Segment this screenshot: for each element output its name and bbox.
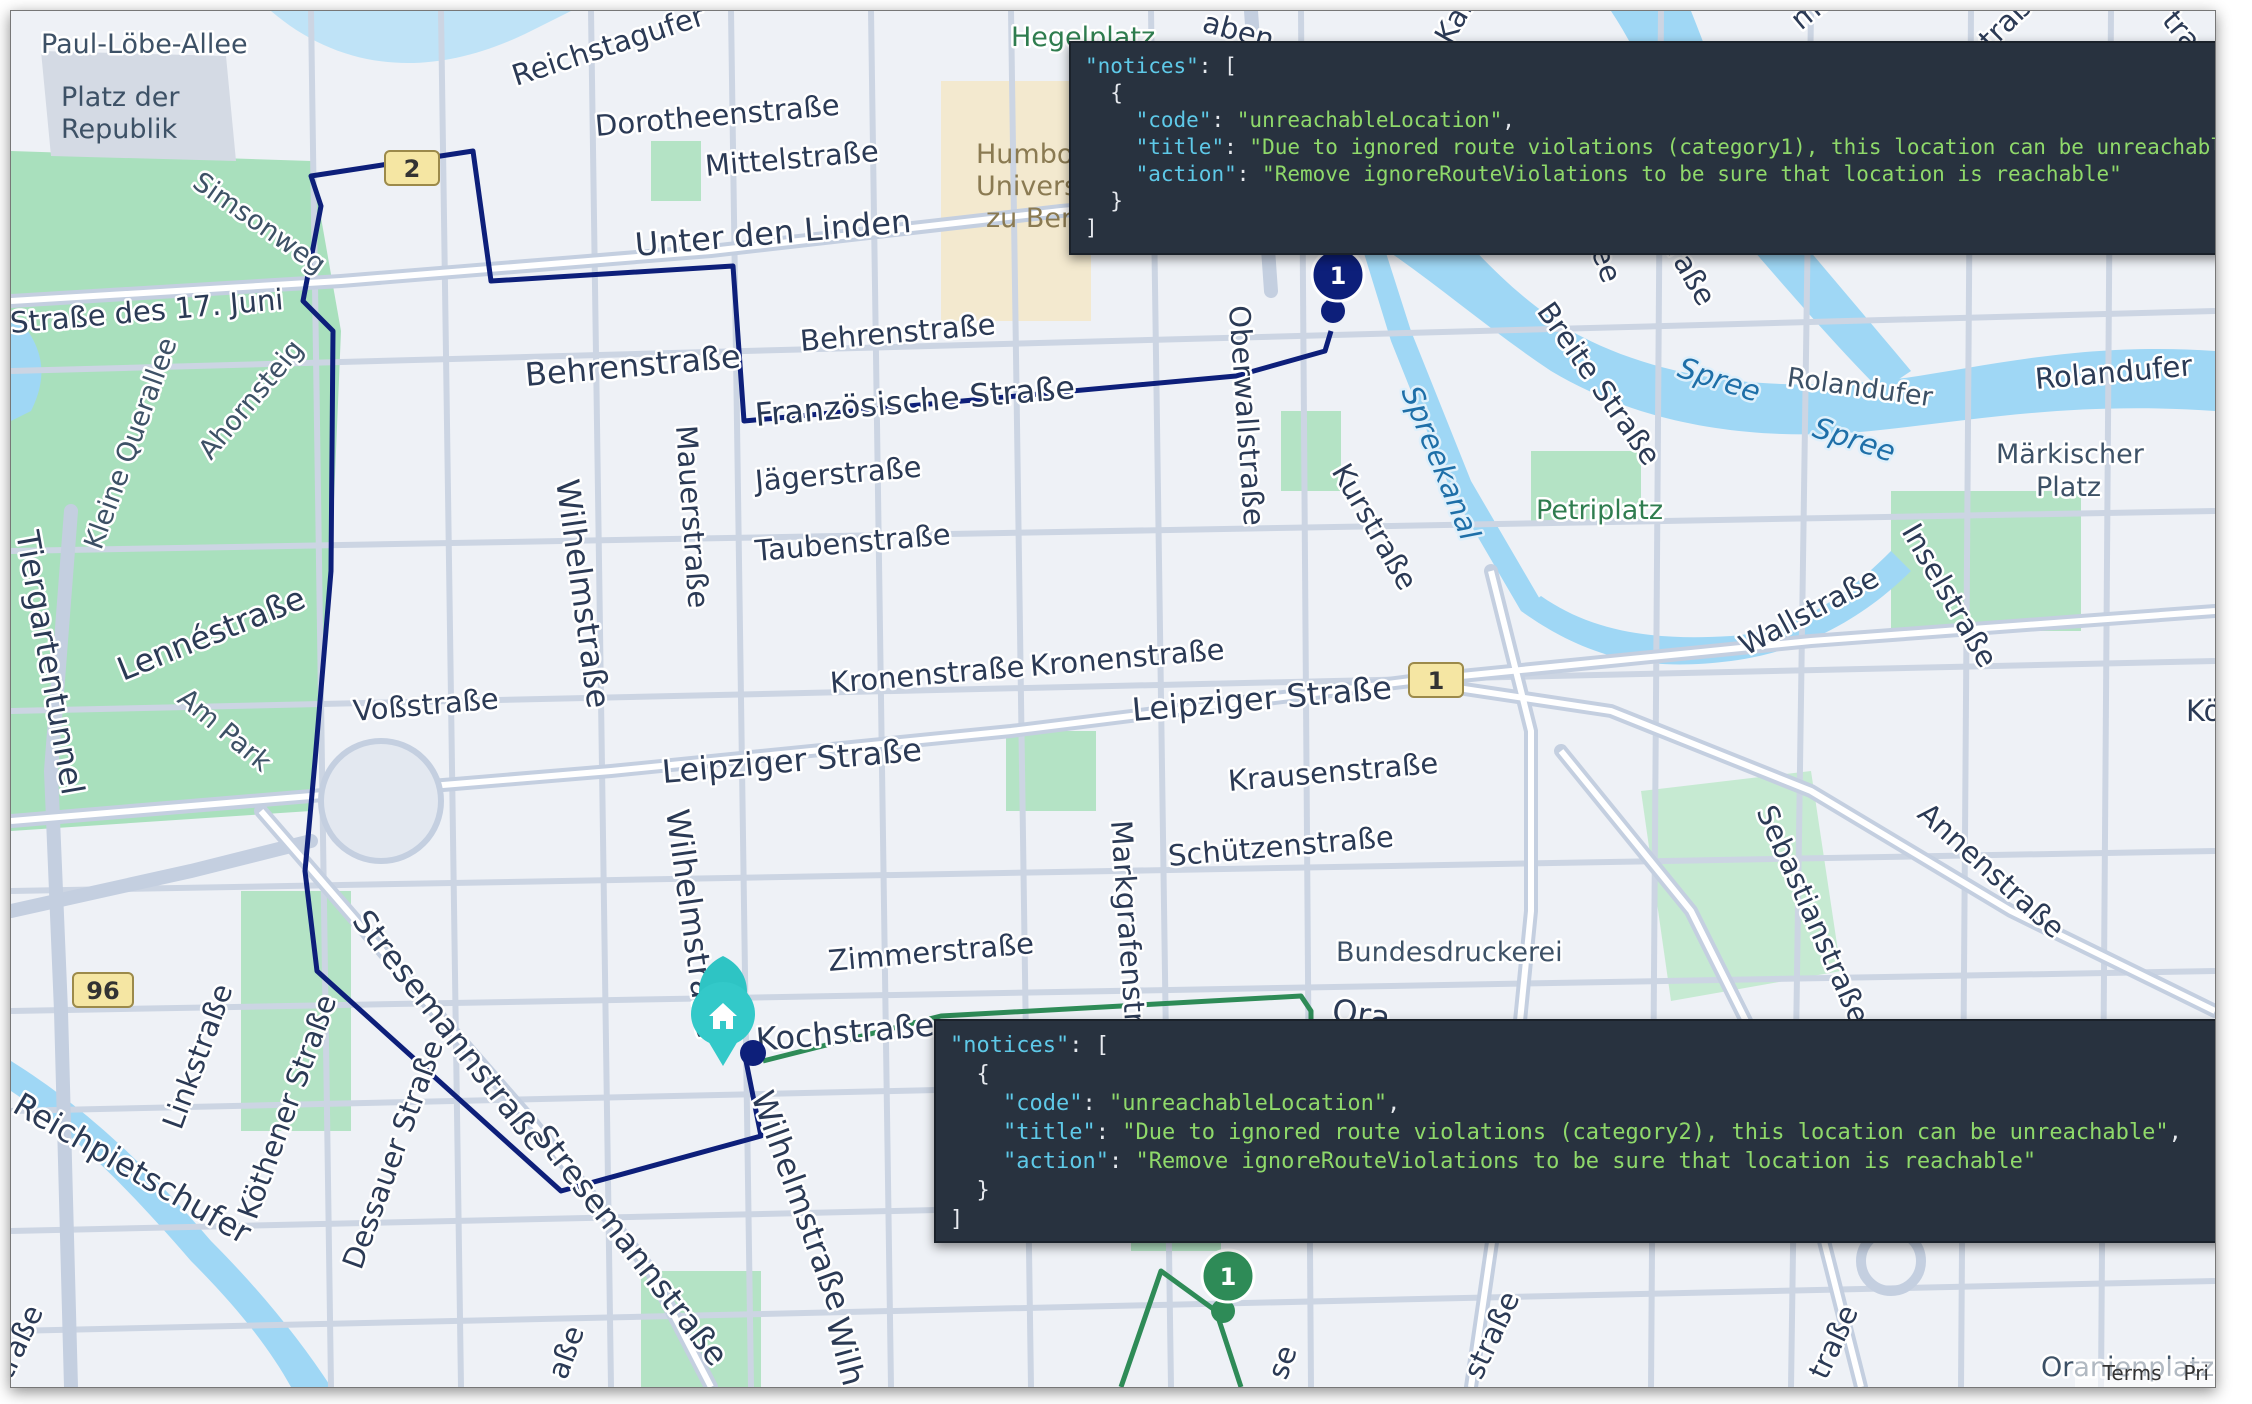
label-ko-cut: Kö [2186, 694, 2215, 728]
label-maerkischer-platz-1: Märkischer [1996, 439, 2145, 470]
map-frame: 2 1 96 Paul-Löbe-Allee Reichstagufer Pla… [10, 10, 2216, 1388]
svg-text:1: 1 [1428, 667, 1445, 695]
notice-panel-2: "notices": [ { "code": "unreachableLocat… [934, 1019, 2215, 1243]
label-humboldt-1: Humbol [976, 139, 1081, 170]
road-shield-96: 96 [72, 972, 134, 1008]
label-humboldt-3: zu Berl [986, 203, 1080, 234]
svg-text:2: 2 [404, 155, 421, 183]
svg-text:96: 96 [86, 977, 119, 1005]
terms-link[interactable]: Terms [2103, 1361, 2162, 1385]
label-bundesdruckerei: Bundesdruckerei [1336, 937, 1563, 968]
leipziger-platz [318, 738, 444, 864]
park-north-2 [651, 141, 701, 201]
label-petriplatz: Petriplatz [1536, 495, 1663, 526]
map-attribution: Terms Pri [2074, 1359, 2215, 1387]
svg-text:1: 1 [1330, 262, 1347, 290]
svg-text:1: 1 [1220, 1263, 1237, 1291]
label-humboldt-2: Univers [976, 171, 1078, 202]
road-shield-2: 2 [384, 150, 440, 186]
label-platz-der-republik-1: Platz der [61, 82, 180, 113]
label-paul-loebe-allee: Paul-Löbe-Allee [41, 29, 248, 60]
label-platz-der-republik-2: Republik [61, 114, 178, 145]
road-shield-1: 1 [1408, 662, 1464, 698]
notice-panel-1: "notices": [ { "code": "unreachableLocat… [1069, 41, 2215, 255]
label-maerkischer-platz-2: Platz [2036, 472, 2101, 503]
privacy-link[interactable]: Pri [2184, 1361, 2210, 1385]
